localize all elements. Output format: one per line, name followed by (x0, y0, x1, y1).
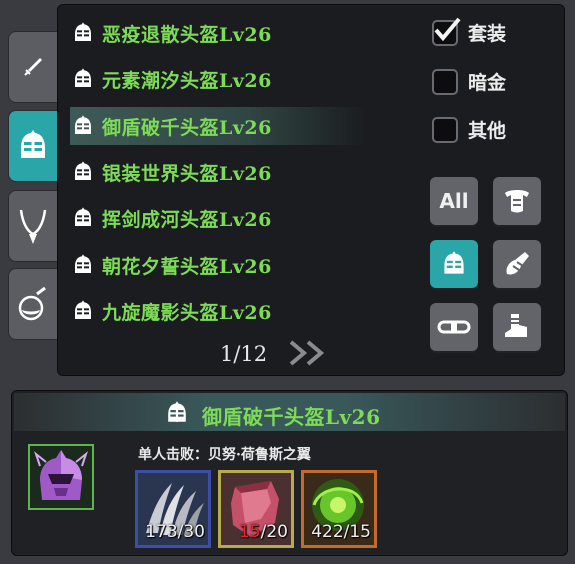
material-slot[interactable]: 173/30 (135, 470, 211, 548)
helmet-icon (70, 113, 96, 139)
kill-requirement: 单人击败：贝努·荷鲁斯之翼 (138, 447, 311, 463)
set-checkbox[interactable] (432, 17, 461, 46)
helmet-icon (21, 130, 45, 158)
detail-header: 御盾破千头盔Lv26 (14, 393, 565, 431)
purple-helmet-icon (33, 450, 89, 500)
detail-title: 御盾破千头盔Lv26 (202, 405, 381, 429)
helmet-icon (70, 159, 96, 185)
list-item-selected[interactable]: 御盾破千头盔Lv26 (70, 107, 366, 145)
list-item[interactable]: 恶疫退散头盔Lv26 (70, 14, 366, 52)
material-slot[interactable]: 422/15 (301, 470, 377, 548)
filter-other[interactable]: 其他 (432, 116, 506, 143)
slot-belt-button[interactable] (430, 303, 478, 351)
boots-icon (505, 314, 527, 337)
potion-icon (18, 286, 46, 321)
filter-label: 暗金 (468, 72, 507, 94)
other-checkbox[interactable] (432, 116, 458, 143)
page-indicator: 1/12 (220, 342, 268, 366)
helmet-icon (70, 20, 96, 46)
belt-icon (437, 320, 471, 334)
check-icon (434, 17, 461, 41)
list-item[interactable]: 元素潮汐头盔Lv26 (70, 60, 366, 98)
item-preview (28, 444, 94, 510)
slot-arm-guard-button[interactable] (493, 240, 541, 288)
slot-helmet-button[interactable] (430, 240, 478, 288)
helmet-icon (168, 401, 186, 422)
material-slot[interactable]: 15/20 (218, 470, 294, 548)
filter-label: 套装 (468, 23, 507, 45)
item-label: 九旋魔影头盔Lv26 (102, 301, 272, 324)
filter-set[interactable]: 套装 (432, 17, 507, 46)
item-label: 银装世界头盔Lv26 (102, 162, 272, 185)
slot-boots-button[interactable] (493, 303, 541, 351)
filter-label: 其他 (468, 120, 507, 142)
material-count: 422/15 (311, 522, 371, 542)
slot-all-label: All (439, 189, 469, 213)
slot-all-button[interactable]: All (430, 177, 478, 225)
helmet-icon (444, 251, 464, 274)
material-count: 15/20 (239, 522, 288, 542)
helmet-icon (70, 66, 96, 92)
filter-dark-gold[interactable]: 暗金 (432, 68, 506, 95)
item-label: 元素潮汐头盔Lv26 (102, 69, 272, 92)
helmet-icon (70, 252, 96, 278)
helmet-icon (70, 298, 96, 324)
tab-sword[interactable] (8, 31, 58, 103)
list-item[interactable]: 朝花夕誓头盔Lv26 (70, 246, 366, 284)
necklace-icon (19, 209, 47, 244)
list-item[interactable]: 挥剑成河头盔Lv26 (70, 199, 366, 237)
slot-armor-button[interactable] (493, 177, 541, 225)
list-item[interactable]: 银装世界头盔Lv26 (70, 153, 366, 191)
detail-panel: 御盾破千头盔Lv26 单人击败：贝努·荷鲁斯之翼 173/30 15/20 42… (11, 390, 568, 556)
sword-icon (24, 58, 42, 76)
item-label: 朝花夕誓头盔Lv26 (102, 255, 272, 278)
list-item[interactable]: 九旋魔影头盔Lv26 (70, 292, 366, 330)
tab-potion[interactable] (8, 268, 58, 340)
next-page-icon[interactable] (288, 338, 330, 368)
item-label: 恶疫退散头盔Lv26 (102, 23, 272, 46)
tab-necklace[interactable] (8, 190, 58, 262)
item-list-panel: 恶疫退散头盔Lv26 元素潮汐头盔Lv26 御盾破千头盔Lv26 银装世界头盔L… (57, 4, 565, 376)
item-label: 御盾破千头盔Lv26 (102, 116, 272, 139)
armor-icon (505, 190, 529, 213)
material-count: 173/30 (145, 522, 205, 542)
helmet-icon (70, 205, 96, 231)
tab-helmet[interactable] (8, 110, 58, 182)
dark-gold-checkbox[interactable] (432, 68, 458, 95)
item-label: 挥剑成河头盔Lv26 (102, 208, 272, 231)
arm-guard-icon (506, 252, 529, 275)
